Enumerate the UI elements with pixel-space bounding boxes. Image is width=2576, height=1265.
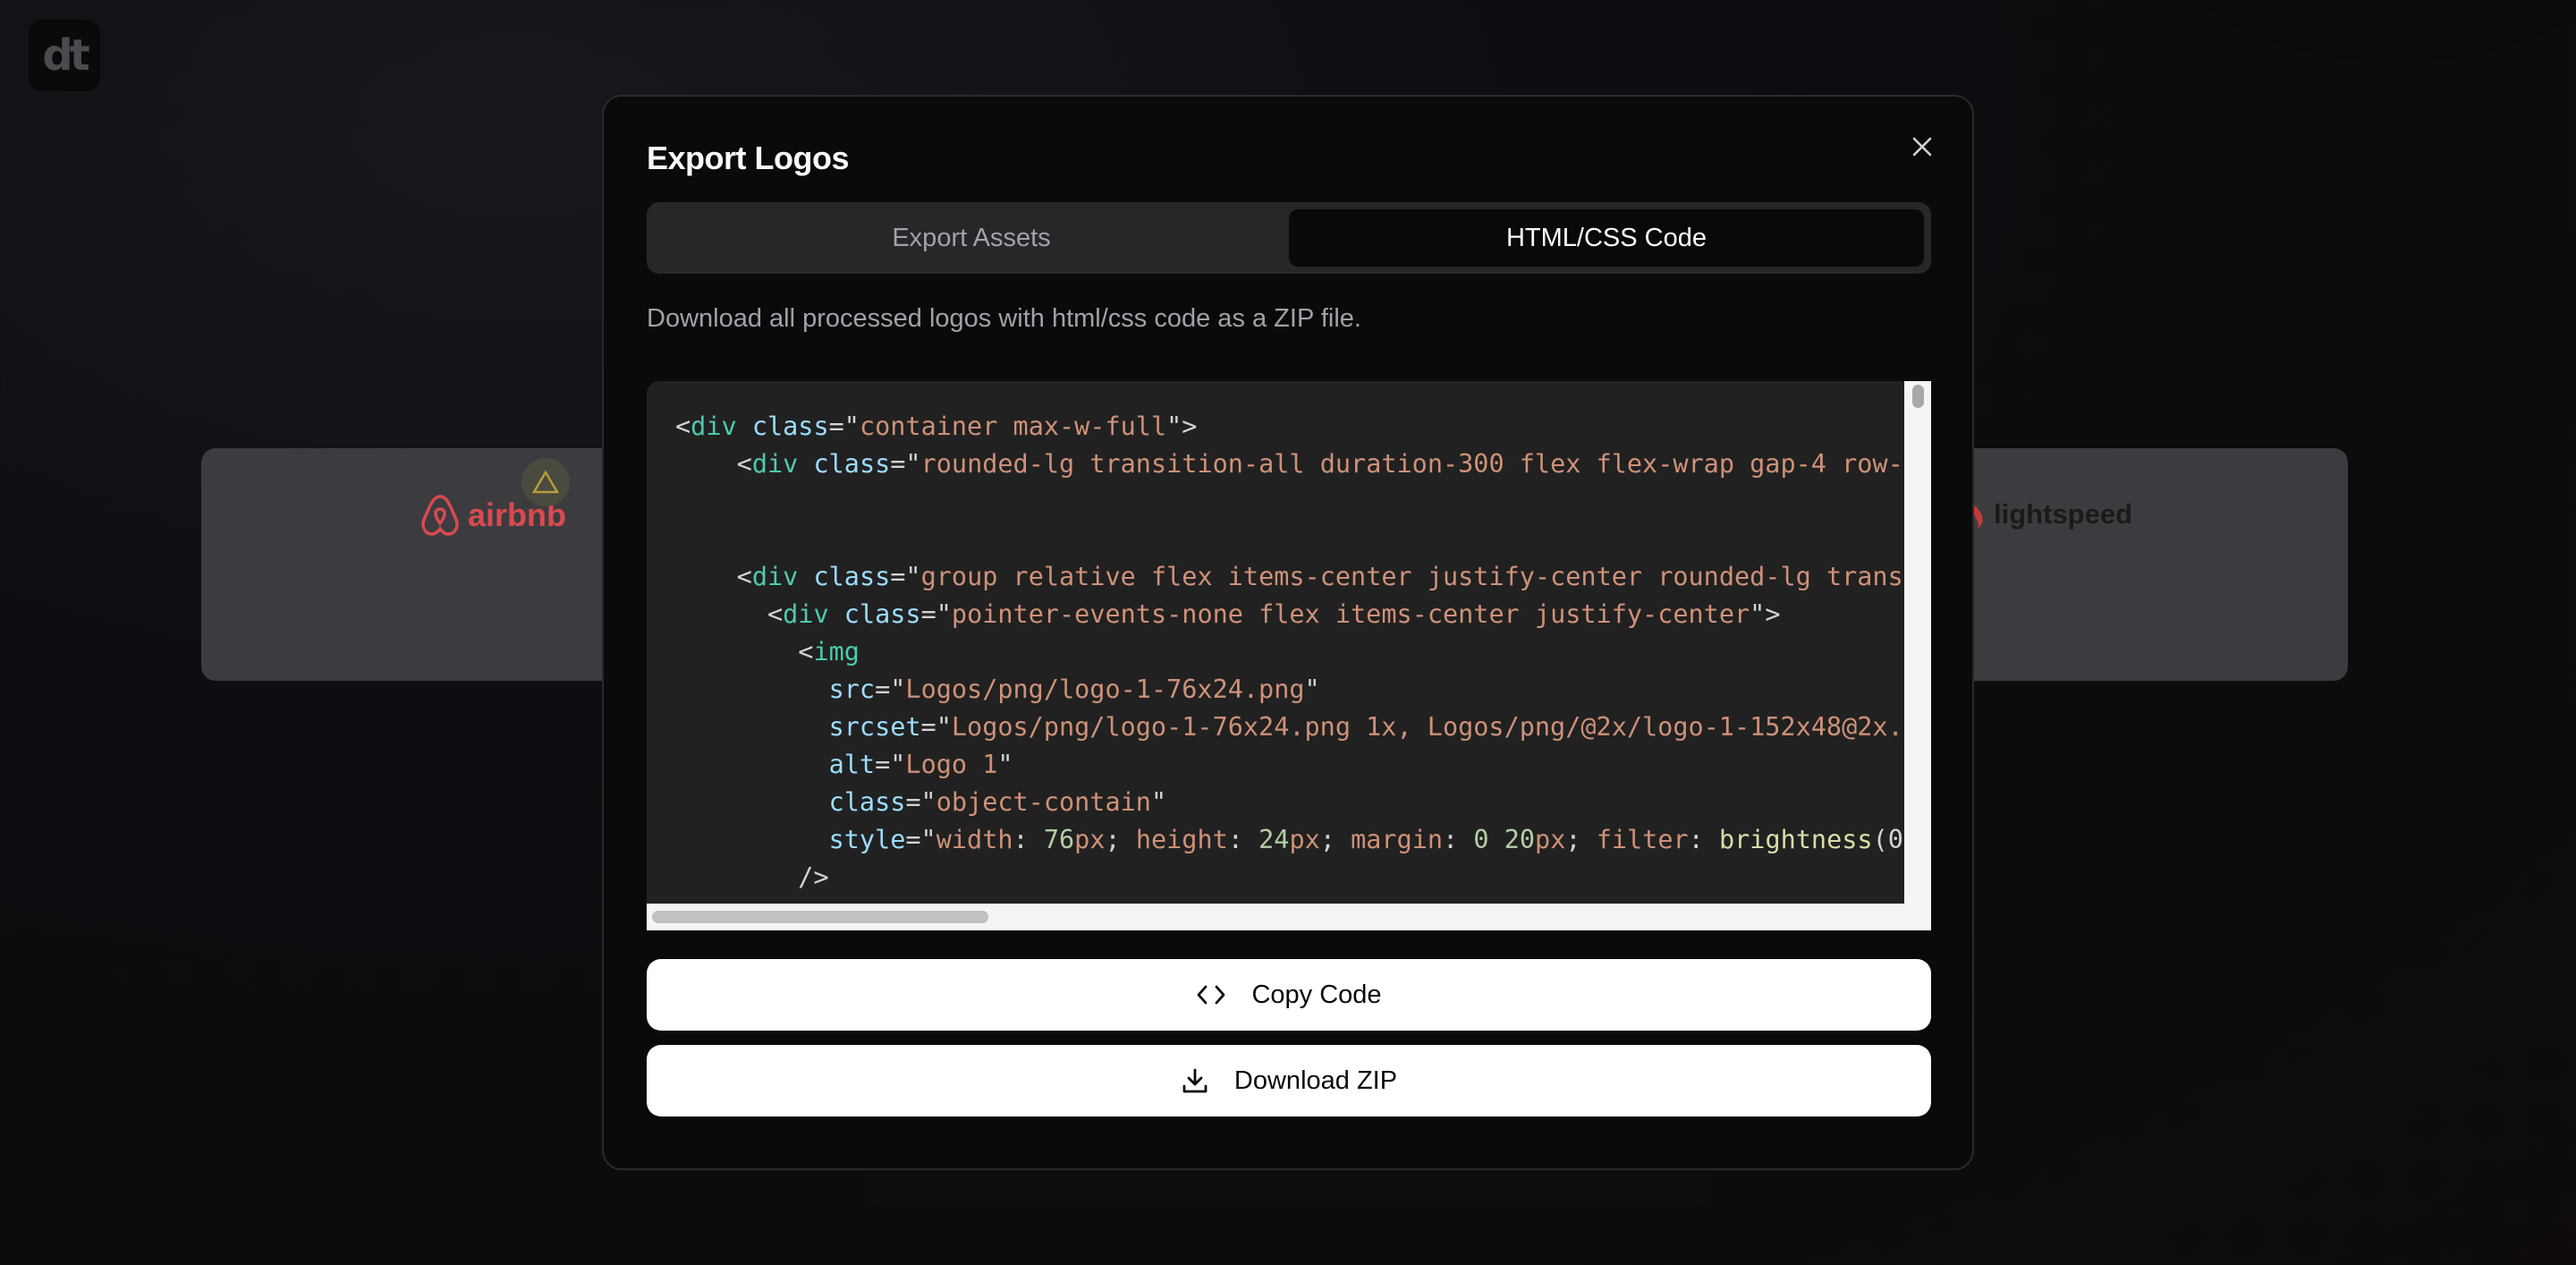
- dialog-description: Download all processed logos with html/c…: [647, 304, 1361, 333]
- code-line: srcset="Logos/png/logo-1-76x24.png 1x, L…: [828, 712, 1904, 742]
- horizontal-scrollbar[interactable]: [647, 904, 1931, 930]
- download-icon: [1182, 1068, 1208, 1093]
- copy-code-button[interactable]: Copy Code: [647, 959, 1931, 1031]
- code-line: style="width: 76px; height: 24px; margin…: [828, 825, 1904, 854]
- code-line: <img: [798, 637, 860, 666]
- code-line: <div class="rounded-lg transition-all du…: [736, 449, 1904, 479]
- code-icon: [1198, 985, 1225, 1005]
- warning-icon: [532, 470, 559, 494]
- tab-html-css-code[interactable]: HTML/CSS Code: [1289, 209, 1924, 267]
- tab-export-assets[interactable]: Export Assets: [654, 209, 1289, 267]
- code-line: />: [798, 862, 829, 892]
- warning-badge: [521, 458, 570, 506]
- horizontal-scrollbar-thumb[interactable]: [652, 911, 988, 923]
- download-zip-label: Download ZIP: [1233, 1065, 1398, 1095]
- close-button[interactable]: [1904, 129, 1940, 165]
- lightspeed-logo: lightspeed: [1954, 497, 2132, 532]
- code-line: src="Logos/png/logo-1-76x24.png": [828, 675, 1320, 704]
- airbnb-mark-icon: [421, 495, 459, 536]
- code-line: alt="Logo 1": [828, 750, 1013, 779]
- dialog-title: Export Logos: [647, 140, 850, 176]
- close-icon: [1912, 137, 1932, 157]
- code-preview[interactable]: <div class="container max-w-full"> <div …: [647, 381, 1931, 930]
- download-zip-button[interactable]: Download ZIP: [647, 1045, 1931, 1116]
- code-line: <div class="container max-w-full">: [675, 412, 1198, 441]
- code-content: <div class="container max-w-full"> <div …: [675, 408, 1904, 904]
- export-tabs: Export Assets HTML/CSS Code: [647, 202, 1931, 274]
- copy-code-label: Copy Code: [1251, 980, 1382, 1009]
- vertical-scrollbar-thumb[interactable]: [1912, 385, 1924, 408]
- code-line: class="object-contain": [828, 787, 1167, 817]
- export-logos-dialog: Export Logos Export Assets HTML/CSS Code…: [602, 95, 1974, 1170]
- code-line: <div class="pointer-events-none flex ite…: [767, 599, 1781, 629]
- vertical-scrollbar[interactable]: [1904, 381, 1931, 904]
- app-logo[interactable]: dt: [29, 20, 100, 91]
- code-line: <div class="group relative flex items-ce…: [736, 562, 1904, 591]
- lightspeed-wordmark: lightspeed: [1994, 498, 2133, 530]
